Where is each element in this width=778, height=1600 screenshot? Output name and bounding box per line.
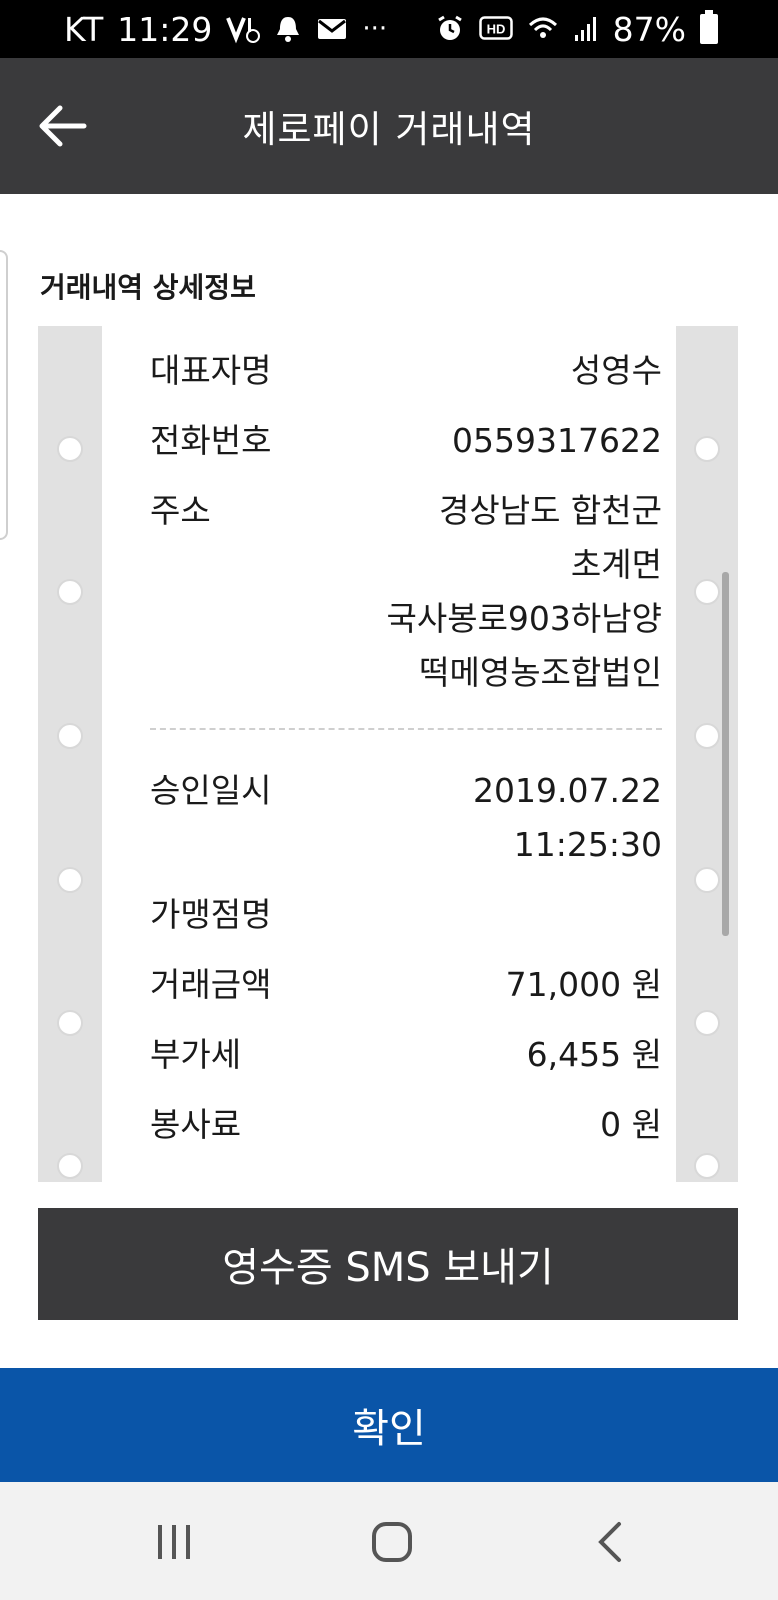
battery-percent: 87% xyxy=(612,9,686,49)
system-nav-bar xyxy=(0,1482,778,1600)
address-line: 국사봉로903하남양 xyxy=(386,599,662,638)
receipt-hole xyxy=(57,867,83,893)
vat-value: 6,455 원 xyxy=(526,1035,662,1074)
address-line: 떡메영농조합법인 xyxy=(419,653,662,692)
carrier-label: KT xyxy=(64,9,104,49)
approval-time: 11:25:30 xyxy=(513,825,662,864)
address-line: 경상남도 합천군 xyxy=(438,491,662,530)
wifi-icon xyxy=(527,15,559,43)
recent-apps-icon xyxy=(158,1525,190,1559)
back-icon xyxy=(598,1522,621,1562)
representative-label: 대표자명 xyxy=(150,351,272,390)
side-panel-edge xyxy=(0,250,8,540)
amount-value: 71,000 원 xyxy=(505,965,662,1004)
battery-icon xyxy=(700,10,718,44)
receipt-hole xyxy=(694,867,720,893)
arrow-left-icon xyxy=(39,105,87,147)
send-sms-receipt-button[interactable]: 영수증 SMS 보내기 xyxy=(38,1208,738,1320)
approval-value: 2019.07.22 11:25:30 xyxy=(473,764,662,872)
alarm-bell-icon xyxy=(274,14,302,44)
receipt-hole xyxy=(57,579,83,605)
section-title: 거래내역 상세정보 xyxy=(40,271,256,304)
receipt-row-representative: 대표자명 성영수 xyxy=(150,344,662,398)
home-button[interactable] xyxy=(352,1506,432,1578)
confirm-button[interactable]: 확인 xyxy=(0,1368,778,1482)
status-bar-left: KT 11:29 ··· xyxy=(64,10,387,49)
receipt-row-merchant: 가맹점명 xyxy=(150,888,662,942)
amount-label: 거래금액 xyxy=(150,965,272,1004)
representative-value: 성영수 xyxy=(570,351,662,390)
vat-label: 부가세 xyxy=(150,1035,242,1074)
address-line: 초계면 xyxy=(570,545,662,584)
page-title: 제로페이 거래내역 xyxy=(242,108,536,151)
receipt-hole xyxy=(57,723,83,749)
receipt-hole xyxy=(694,1010,720,1036)
merchant-label: 가맹점명 xyxy=(150,895,272,934)
receipt-details: 대표자명 성영수 전화번호 0559317622 주소 경상남도 합천군 초계면… xyxy=(150,344,662,1152)
alarm-clock-icon xyxy=(435,14,465,44)
receipt-row-amount: 거래금액 71,000 원 xyxy=(150,958,662,1012)
home-icon xyxy=(372,1522,412,1562)
scrollbar-thumb[interactable] xyxy=(722,572,729,936)
mail-icon xyxy=(316,16,348,42)
hd-label: HD xyxy=(486,22,505,37)
system-back-button[interactable] xyxy=(570,1506,650,1578)
app-header: 제로페이 거래내역 xyxy=(0,58,778,194)
receipt-row-vat: 부가세 6,455 원 xyxy=(150,1028,662,1082)
receipt-hole xyxy=(694,723,720,749)
address-value: 경상남도 합천군 초계면 국사봉로903하남양 떡메영농조합법인 xyxy=(386,484,662,700)
receipt-hole xyxy=(694,436,720,462)
address-label: 주소 xyxy=(150,491,211,530)
approval-date: 2019.07.22 xyxy=(473,771,662,810)
phone-label: 전화번호 xyxy=(150,421,272,460)
signal-icon xyxy=(573,15,599,43)
phone-value: 0559317622 xyxy=(452,421,662,460)
receipt-row-service-fee: 봉사료 0 원 xyxy=(150,1098,662,1152)
status-bar: KT 11:29 ··· HD 87% xyxy=(0,0,778,58)
receipt-row-address: 주소 경상남도 합천군 초계면 국사봉로903하남양 떡메영농조합법인 xyxy=(150,484,662,700)
receipt-hole xyxy=(694,1153,720,1179)
receipt-hole xyxy=(57,1153,83,1179)
service-fee-value: 0 원 xyxy=(600,1105,662,1144)
more-indicator: ··· xyxy=(362,14,388,44)
status-bar-right: HD 87% xyxy=(435,10,718,49)
receipt-row-phone: 전화번호 0559317622 xyxy=(150,414,662,468)
receipt-scroll-area[interactable]: 대표자명 성영수 전화번호 0559317622 주소 경상남도 합천군 초계면… xyxy=(38,326,738,1182)
volte-icon xyxy=(226,14,261,44)
recent-apps-button[interactable] xyxy=(134,1506,214,1578)
receipt-hole xyxy=(57,1010,83,1036)
receipt-hole xyxy=(57,436,83,462)
approval-label: 승인일시 xyxy=(150,771,272,810)
dashed-divider xyxy=(150,728,662,730)
receipt-row-approval: 승인일시 2019.07.22 11:25:30 xyxy=(150,764,662,872)
receipt-hole xyxy=(694,579,720,605)
back-button[interactable] xyxy=(34,98,90,154)
hd-icon: HD xyxy=(478,16,513,42)
clock: 11:29 xyxy=(117,9,213,49)
service-fee-label: 봉사료 xyxy=(150,1105,242,1144)
